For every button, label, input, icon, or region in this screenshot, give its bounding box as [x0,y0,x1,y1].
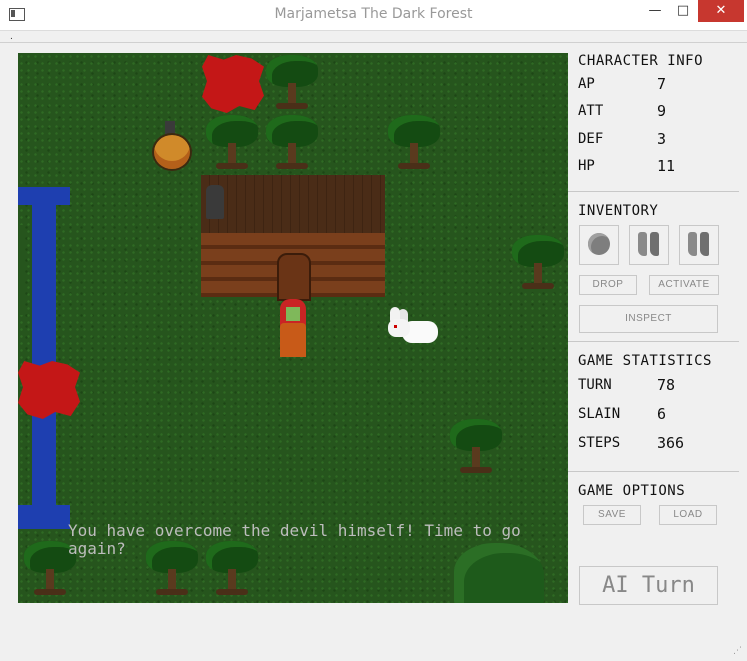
close-button[interactable]: ✕ [698,0,744,22]
river-icon [18,225,24,315]
resize-grip-icon[interactable]: ⋰ [733,646,742,656]
stone-icon [588,233,610,255]
inventory-slot-3[interactable] [679,225,719,265]
title-bar: Marjametsa The Dark Forest — □ ✕ [0,0,747,31]
side-panel: CHARACTER INFO AP 7 ATT 9 DEF 3 HP 11 IN… [568,53,739,605]
inventory-slot-1[interactable] [579,225,619,265]
blood-splatter-icon [202,55,264,113]
tree-icon [386,115,442,173]
game-message: You have overcome the devil himself! Tim… [68,521,521,558]
inventory-title: INVENTORY [578,203,659,219]
stat-value-att: 9 [657,102,667,120]
stat-label-hp: HP [578,158,595,174]
divider [568,471,739,472]
activate-button[interactable]: ACTIVATE [649,275,719,295]
ai-turn-button[interactable]: AI Turn [579,566,718,605]
blood-splatter-icon [18,361,80,419]
player-character-icon [276,299,312,359]
menu-bar: . [0,30,747,43]
door-icon [277,253,311,301]
stat-value-hp: 11 [657,157,676,175]
window-title: Marjametsa The Dark Forest [274,6,473,22]
stat-label-turn: TURN [578,377,612,393]
stat-value-slain: 6 [657,405,667,423]
save-button[interactable]: SAVE [583,505,641,525]
cauldron-icon [206,185,224,219]
tree-icon [204,115,260,173]
stat-value-def: 3 [657,130,667,148]
rabbit-icon[interactable] [386,307,444,347]
potion-icon[interactable] [151,121,192,171]
maximize-button[interactable]: □ [670,0,696,22]
tree-icon [510,235,566,293]
tree-icon [264,55,320,113]
minimize-button[interactable]: — [640,0,670,22]
stat-label-att: ATT [578,103,604,119]
stat-value-ap: 7 [657,75,667,93]
stat-value-turn: 78 [657,376,676,394]
menu-dot: . [10,32,13,42]
divider [568,191,739,192]
game-map[interactable]: You have overcome the devil himself! Tim… [18,53,568,603]
tree-icon [448,419,504,477]
inventory-slot-2[interactable] [629,225,669,265]
tree-icon [264,115,320,173]
stat-label-steps: STEPS [578,435,621,451]
boots-icon [638,232,662,258]
load-button[interactable]: LOAD [659,505,717,525]
house-icon [201,175,385,301]
stat-label-slain: SLAIN [578,406,621,422]
stat-label-def: DEF [578,131,604,147]
boots-icon [688,232,712,258]
game-options-title: GAME OPTIONS [578,483,686,499]
stat-label-ap: AP [578,76,595,92]
drop-button[interactable]: DROP [579,275,637,295]
game-statistics-title: GAME STATISTICS [578,353,712,369]
river-icon [32,187,56,529]
divider [568,341,739,342]
stat-value-steps: 366 [657,434,685,452]
river-icon [18,505,70,529]
character-info-title: CHARACTER INFO [578,53,704,69]
inspect-button[interactable]: INSPECT [579,305,718,333]
